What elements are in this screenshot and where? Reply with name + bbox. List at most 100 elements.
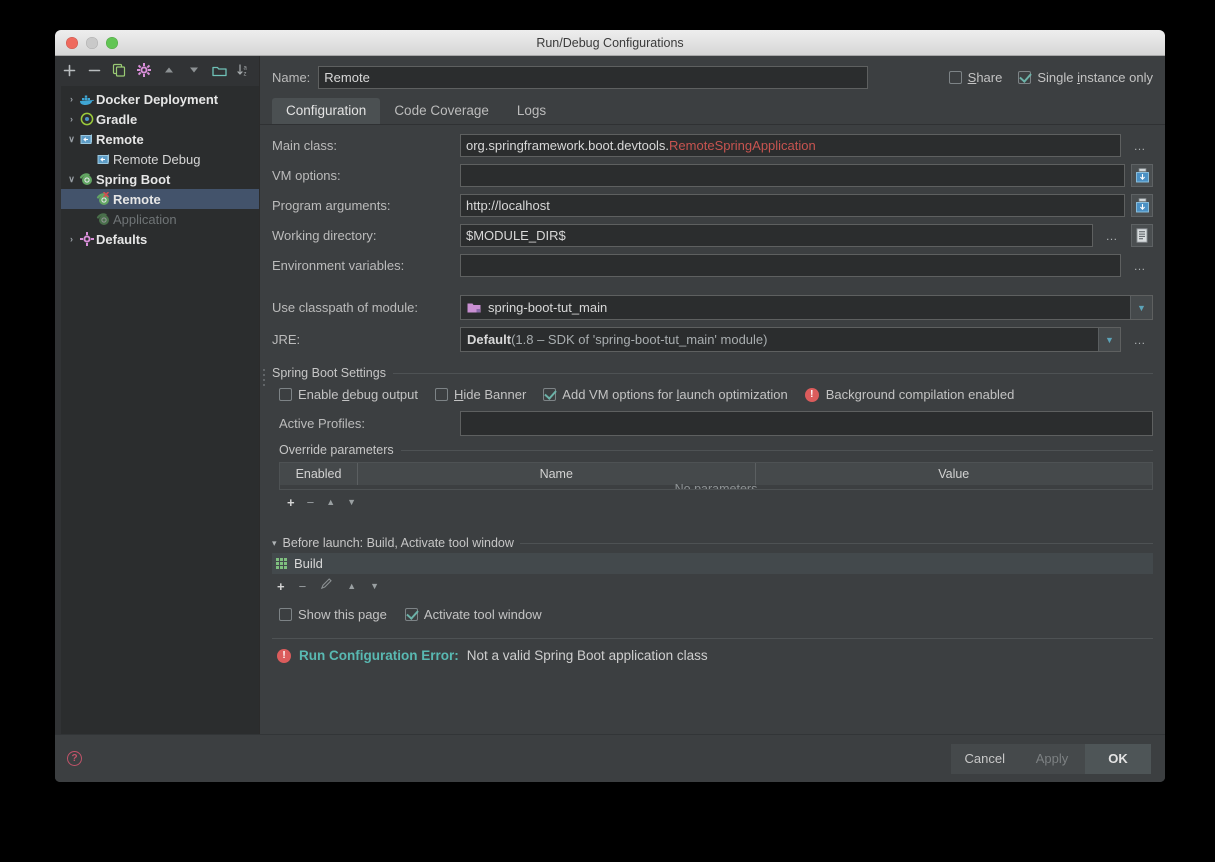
name-row: Name: Remote Share Single instance only xyxy=(260,56,1165,97)
jre-row: JRE: Default (1.8 – SDK of 'spring-boot-… xyxy=(272,327,1153,352)
name-input[interactable]: Remote xyxy=(318,66,869,89)
sort-az-icon[interactable]: az xyxy=(236,62,252,78)
add-vm-options-checkbox[interactable]: Add VM options for launch optimization xyxy=(543,387,788,402)
enable-debug-output-checkbox[interactable]: Enable debug output xyxy=(279,387,418,402)
before-launch-task-build[interactable]: Build xyxy=(272,553,1153,574)
move-parameter-down-button: ▼ xyxy=(347,497,357,507)
enable-debug-output-box[interactable] xyxy=(279,388,292,401)
working-directory-input[interactable]: $MODULE_DIR$ xyxy=(460,224,1093,247)
gear-icon[interactable] xyxy=(136,62,152,78)
environment-variables-browse-button[interactable]: … xyxy=(1127,254,1153,277)
spring-boot-icon xyxy=(95,212,112,226)
program-arguments-expand-button[interactable] xyxy=(1131,194,1153,217)
tree-item-spring-boot-group[interactable]: ∨ Spring Boot xyxy=(61,169,259,189)
working-directory-row: Working directory: $MODULE_DIR$ … xyxy=(272,224,1153,247)
show-this-page-box[interactable] xyxy=(279,608,292,621)
cancel-button[interactable]: Cancel xyxy=(950,743,1019,774)
program-arguments-input[interactable]: http://localhost xyxy=(460,194,1125,217)
single-instance-checkbox[interactable]: Single instance only xyxy=(1018,70,1153,85)
before-launch-checkbox-row: Show this page Activate tool window xyxy=(279,607,1153,622)
before-launch-label: Before launch: Build, Activate tool wind… xyxy=(282,536,514,550)
share-checkbox-label: Share xyxy=(967,70,1003,85)
expand-arrow[interactable]: › xyxy=(65,114,78,124)
chevron-down-icon[interactable]: ▼ xyxy=(1098,328,1120,351)
jre-label: JRE: xyxy=(272,332,301,347)
main-class-label: Main class: xyxy=(272,138,338,153)
main-class-input[interactable]: org.springframework.boot.devtools. Remote… xyxy=(460,134,1121,157)
working-directory-label: Working directory: xyxy=(272,228,377,243)
run-configuration-error: ! Run Configuration Error: Not a valid S… xyxy=(272,639,1153,663)
spring-boot-settings-section: Spring Boot Settings xyxy=(263,366,1153,386)
tree-item-defaults[interactable]: › Defaults xyxy=(61,229,259,249)
add-vm-options-box[interactable] xyxy=(543,388,557,401)
add-parameter-button[interactable]: + xyxy=(287,495,295,510)
tree-item-docker-deployment[interactable]: › Docker Deployment xyxy=(61,89,259,109)
program-arguments-label: Program arguments: xyxy=(272,198,391,213)
jre-select[interactable]: Default (1.8 – SDK of 'spring-boot-tut_m… xyxy=(460,327,1121,352)
tree-item-label: Remote xyxy=(113,191,161,207)
vm-options-expand-button[interactable] xyxy=(1131,164,1153,187)
folder-icon[interactable] xyxy=(211,62,227,78)
add-task-button[interactable]: + xyxy=(277,579,285,594)
remote-icon xyxy=(78,133,95,146)
spring-boot-settings-label: Spring Boot Settings xyxy=(272,366,386,380)
expand-arrow[interactable]: › xyxy=(65,234,78,244)
tree-item-gradle[interactable]: › Gradle xyxy=(61,109,259,129)
remove-configuration-button[interactable] xyxy=(86,62,102,78)
single-instance-checkbox-box[interactable] xyxy=(1018,71,1032,84)
before-launch-task-list[interactable]: Build xyxy=(272,553,1153,574)
jre-browse-button[interactable]: … xyxy=(1127,328,1153,351)
collapse-arrow[interactable]: ∨ xyxy=(65,134,78,144)
edit-task-button xyxy=(320,577,333,595)
name-label: Name: xyxy=(272,70,311,85)
tree-item-spring-boot-remote[interactable]: Remote xyxy=(61,189,259,209)
tree-item-remote-group[interactable]: ∨ Remote xyxy=(61,129,259,149)
working-directory-macros-button[interactable] xyxy=(1131,224,1153,247)
add-vm-options-label: Add VM options for launch optimization xyxy=(562,387,788,402)
tab-configuration[interactable]: Configuration xyxy=(272,98,381,124)
activate-tool-window-checkbox[interactable]: Activate tool window xyxy=(404,607,542,622)
share-checkbox-box[interactable] xyxy=(948,71,962,84)
vm-options-input[interactable] xyxy=(460,164,1125,187)
working-directory-browse-button[interactable]: … xyxy=(1099,224,1125,247)
share-checkbox[interactable]: Share xyxy=(948,70,1003,85)
tree-item-remote-debug[interactable]: Remote Debug xyxy=(61,149,259,169)
configurations-tree[interactable]: › Docker Deployment › Gradle ∨ Remote Re… xyxy=(61,86,259,734)
move-up-button[interactable] xyxy=(161,62,177,78)
tab-logs[interactable]: Logs xyxy=(503,98,560,124)
active-profiles-label: Active Profiles: xyxy=(279,416,365,431)
ok-button[interactable]: OK xyxy=(1085,743,1151,774)
active-profiles-row: Active Profiles: xyxy=(279,411,1153,436)
hide-banner-checkbox[interactable]: Hide Banner xyxy=(435,387,526,402)
docker-icon xyxy=(78,93,95,106)
main-class-row: Main class: org.springframework.boot.dev… xyxy=(272,134,1153,157)
program-arguments-row: Program arguments: http://localhost xyxy=(272,194,1153,217)
environment-variables-input[interactable] xyxy=(460,254,1121,277)
classpath-module-select[interactable]: spring-boot-tut_main ▼ xyxy=(460,295,1153,320)
tab-code-coverage[interactable]: Code Coverage xyxy=(380,98,503,124)
chevron-down-icon[interactable]: ▼ xyxy=(1130,296,1152,319)
hide-banner-label: Hide Banner xyxy=(454,387,527,402)
add-configuration-button[interactable] xyxy=(61,62,77,78)
tree-item-label: Remote Debug xyxy=(113,151,201,167)
tree-item-label: Defaults xyxy=(96,231,148,247)
remove-task-button: − xyxy=(298,578,307,594)
collapse-arrow[interactable]: ∨ xyxy=(65,174,78,184)
copy-icon[interactable] xyxy=(111,62,127,78)
collapse-arrow-icon[interactable]: ▾ xyxy=(272,538,277,549)
activate-tool-window-box[interactable] xyxy=(404,608,418,621)
active-profiles-input[interactable] xyxy=(460,411,1153,436)
help-icon[interactable]: ? xyxy=(67,751,82,766)
tree-item-spring-boot-application[interactable]: Application xyxy=(61,209,259,229)
main-class-browse-button[interactable]: … xyxy=(1127,134,1153,157)
expand-arrow[interactable]: › xyxy=(65,94,78,104)
show-this-page-checkbox[interactable]: Show this page xyxy=(279,607,387,622)
override-parameters-label: Override parameters xyxy=(279,443,394,457)
move-down-button[interactable] xyxy=(186,62,202,78)
override-parameters-table[interactable]: Enabled Name Value No parameters xyxy=(279,462,1153,490)
hide-banner-box[interactable] xyxy=(435,388,449,401)
splitter-handle-icon[interactable] xyxy=(260,366,268,388)
background-compilation-label: Background compilation enabled xyxy=(825,387,1015,402)
before-launch-header[interactable]: ▾ Before launch: Build, Activate tool wi… xyxy=(272,536,1153,550)
tree-item-label: Remote xyxy=(96,131,144,147)
